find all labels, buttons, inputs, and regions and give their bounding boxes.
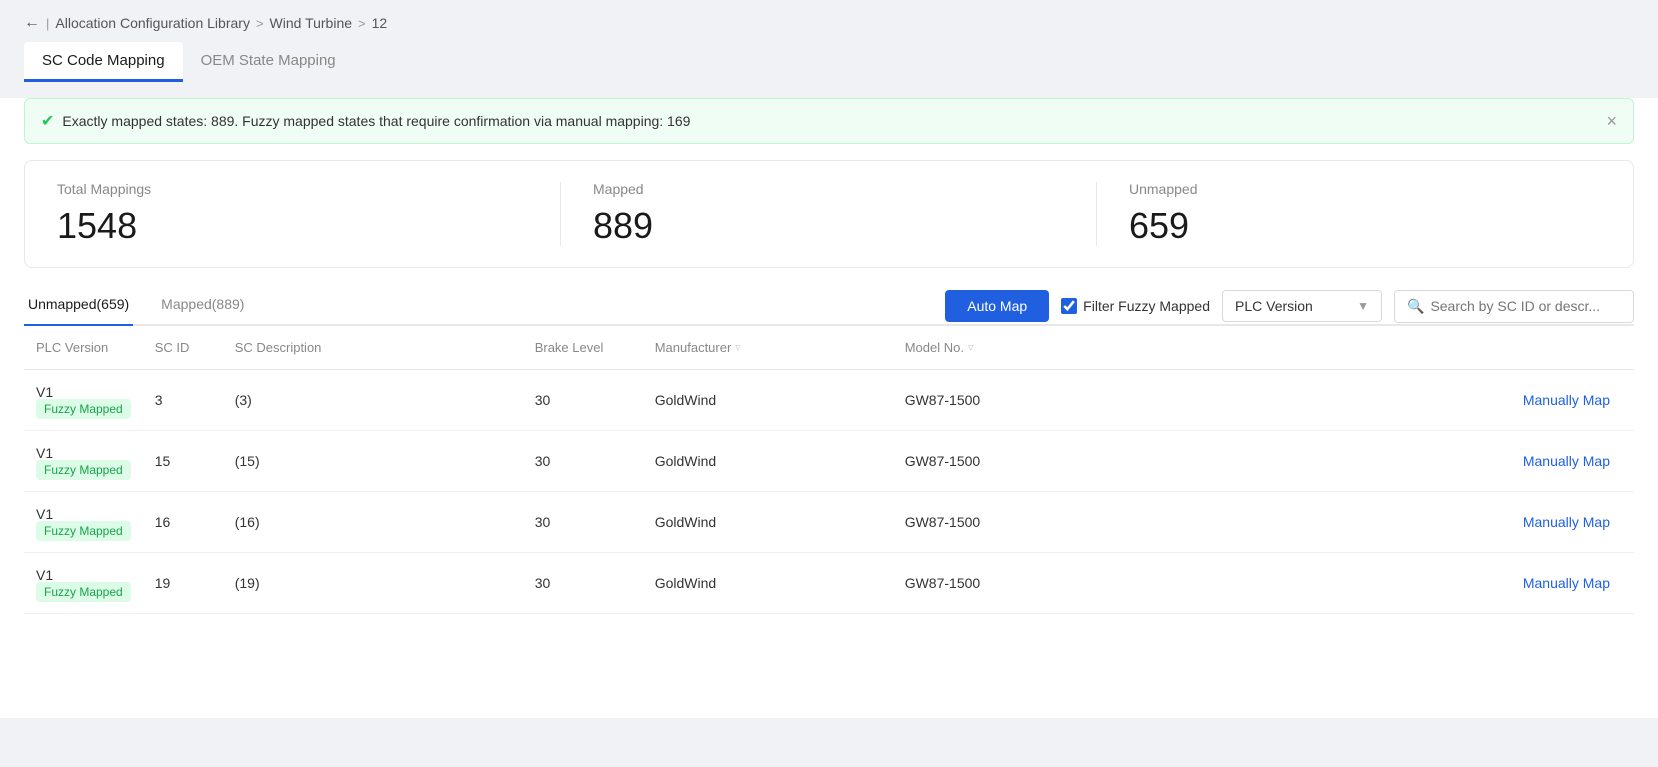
table-row: V1 Fuzzy Mapped 15 (15) 30 GoldWind GW87… <box>24 431 1634 492</box>
cell-action-3: Manually Map <box>1093 553 1634 614</box>
cell-brake-3: 30 <box>523 553 643 614</box>
cell-model-2: GW87-1500 <box>893 492 1093 553</box>
cell-plc-1: V1 Fuzzy Mapped <box>24 431 143 492</box>
cell-plc-2: V1 Fuzzy Mapped <box>24 492 143 553</box>
alert-banner: ✔ Exactly mapped states: 889. Fuzzy mapp… <box>24 98 1634 144</box>
cell-brake-2: 30 <box>523 492 643 553</box>
breadcrumb-link-wind-turbine[interactable]: Wind Turbine <box>270 15 352 31</box>
cell-action-0: Manually Map <box>1093 370 1634 431</box>
auto-map-button[interactable]: Auto Map <box>945 290 1049 322</box>
breadcrumb-arrow-2: > <box>358 16 366 31</box>
cell-model-1: GW87-1500 <box>893 431 1093 492</box>
cell-sc-id-3: 19 <box>143 553 223 614</box>
stat-mapped-label: Mapped <box>593 181 1065 197</box>
cell-brake-1: 30 <box>523 431 643 492</box>
tab-sc-code-mapping[interactable]: SC Code Mapping <box>24 42 183 82</box>
main-tabs: SC Code Mapping OEM State Mapping <box>0 42 1658 82</box>
th-model-no: Model No. ▿ <box>893 326 1093 370</box>
breadcrumb-link-library[interactable]: Allocation Configuration Library <box>55 15 250 31</box>
cell-brake-0: 30 <box>523 370 643 431</box>
th-manufacturer: Manufacturer ▿ <box>643 326 893 370</box>
th-sc-id: SC ID <box>143 326 223 370</box>
fuzzy-filter-label[interactable]: Filter Fuzzy Mapped <box>1061 298 1210 314</box>
cell-sc-id-2: 16 <box>143 492 223 553</box>
stat-unmapped-value: 659 <box>1129 205 1601 247</box>
th-plc-version: PLC Version <box>24 326 143 370</box>
stat-mapped-value: 889 <box>593 205 1065 247</box>
dropdown-label: PLC Version <box>1235 298 1313 314</box>
mappings-table: PLC Version SC ID SC Description <box>24 326 1634 614</box>
main-content: ✔ Exactly mapped states: 889. Fuzzy mapp… <box>0 98 1658 718</box>
filter-tab-mapped[interactable]: Mapped(889) <box>157 288 248 326</box>
cell-manufacturer-0: GoldWind <box>643 370 893 431</box>
cell-sc-id-1: 15 <box>143 431 223 492</box>
cell-plc-3: V1 Fuzzy Mapped <box>24 553 143 614</box>
fuzzy-badge-2: Fuzzy Mapped <box>36 521 131 541</box>
plc-version-text: V1 <box>36 384 53 400</box>
chevron-down-icon: ▼ <box>1357 299 1369 313</box>
cell-action-1: Manually Map <box>1093 431 1634 492</box>
manually-map-button-0[interactable]: Manually Map <box>1523 392 1610 408</box>
tab-oem-state-mapping[interactable]: OEM State Mapping <box>183 42 354 82</box>
cell-sc-desc-2: (16) <box>223 492 523 553</box>
plc-version-text: V1 <box>36 506 53 522</box>
cell-action-2: Manually Map <box>1093 492 1634 553</box>
back-button[interactable]: ← <box>24 14 40 32</box>
stat-mapped: Mapped 889 <box>561 161 1097 267</box>
search-box: 🔍 <box>1394 290 1634 323</box>
breadcrumb-current: 12 <box>372 15 388 31</box>
cell-model-0: GW87-1500 <box>893 370 1093 431</box>
fuzzy-badge-0: Fuzzy Mapped <box>36 399 131 419</box>
plc-version-text: V1 <box>36 567 53 583</box>
cell-manufacturer-3: GoldWind <box>643 553 893 614</box>
cell-sc-desc-3: (19) <box>223 553 523 614</box>
manually-map-button-1[interactable]: Manually Map <box>1523 453 1610 469</box>
th-action <box>1093 326 1634 370</box>
th-sc-desc: SC Description <box>223 326 523 370</box>
stats-row: Total Mappings 1548 Mapped 889 Unmapped … <box>24 160 1634 268</box>
fuzzy-filter-checkbox[interactable] <box>1061 298 1077 314</box>
search-icon: 🔍 <box>1407 298 1424 315</box>
stat-total-value: 1548 <box>57 205 529 247</box>
filter-tabs: Unmapped(659) Mapped(889) <box>24 288 248 324</box>
page: ← | Allocation Configuration Library > W… <box>0 0 1658 767</box>
model-filter-icon[interactable]: ▿ <box>968 341 974 354</box>
stat-unmapped: Unmapped 659 <box>1097 161 1633 267</box>
cell-sc-id-0: 3 <box>143 370 223 431</box>
fuzzy-badge-1: Fuzzy Mapped <box>36 460 131 480</box>
alert-close-button[interactable]: × <box>1606 112 1617 130</box>
search-input[interactable] <box>1430 298 1610 314</box>
alert-left: ✔ Exactly mapped states: 889. Fuzzy mapp… <box>41 111 690 131</box>
cell-model-3: GW87-1500 <box>893 553 1093 614</box>
th-brake-level: Brake Level <box>523 326 643 370</box>
filter-tab-unmapped[interactable]: Unmapped(659) <box>24 288 133 326</box>
stat-total: Total Mappings 1548 <box>25 161 561 267</box>
breadcrumb-arrow-1: > <box>256 16 264 31</box>
cell-plc-0: V1 Fuzzy Mapped <box>24 370 143 431</box>
manually-map-button-2[interactable]: Manually Map <box>1523 514 1610 530</box>
plc-version-text: V1 <box>36 445 53 461</box>
cell-sc-desc-0: (3) <box>223 370 523 431</box>
fuzzy-filter-text: Filter Fuzzy Mapped <box>1083 298 1210 314</box>
breadcrumb: ← | Allocation Configuration Library > W… <box>0 0 1658 42</box>
plc-version-dropdown[interactable]: PLC Version ▼ <box>1222 290 1382 322</box>
table-container: PLC Version SC ID SC Description <box>24 326 1634 614</box>
cell-manufacturer-1: GoldWind <box>643 431 893 492</box>
table-row: V1 Fuzzy Mapped 19 (19) 30 GoldWind GW87… <box>24 553 1634 614</box>
table-row: V1 Fuzzy Mapped 3 (3) 30 GoldWind GW87-1… <box>24 370 1634 431</box>
manufacturer-filter-icon[interactable]: ▿ <box>735 341 741 354</box>
stat-unmapped-label: Unmapped <box>1129 181 1601 197</box>
manually-map-button-3[interactable]: Manually Map <box>1523 575 1610 591</box>
filter-controls: Auto Map Filter Fuzzy Mapped PLC Version… <box>945 290 1634 323</box>
cell-sc-desc-1: (15) <box>223 431 523 492</box>
filters-row: Unmapped(659) Mapped(889) Auto Map Filte… <box>24 288 1634 326</box>
alert-check-icon: ✔ <box>41 111 54 131</box>
breadcrumb-sep-1: | <box>46 16 49 31</box>
table-header-row: PLC Version SC ID SC Description <box>24 326 1634 370</box>
stat-total-label: Total Mappings <box>57 181 529 197</box>
fuzzy-badge-3: Fuzzy Mapped <box>36 582 131 602</box>
table-row: V1 Fuzzy Mapped 16 (16) 30 GoldWind GW87… <box>24 492 1634 553</box>
alert-message: Exactly mapped states: 889. Fuzzy mapped… <box>62 113 690 129</box>
cell-manufacturer-2: GoldWind <box>643 492 893 553</box>
